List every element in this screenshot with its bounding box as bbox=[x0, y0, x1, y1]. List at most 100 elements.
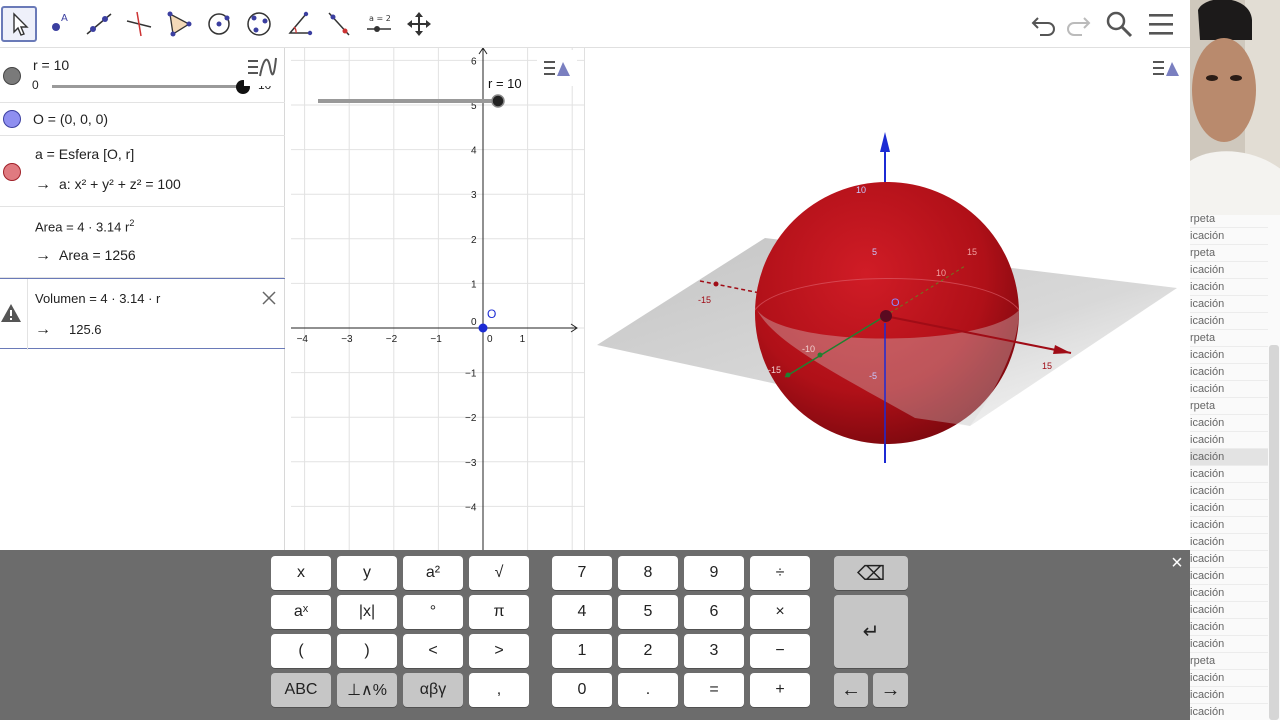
key-operators[interactable]: ⊥∧% bbox=[337, 673, 397, 707]
polygon-tool-icon[interactable] bbox=[161, 6, 197, 42]
reflect-tool-icon[interactable] bbox=[321, 6, 357, 42]
file-list-item[interactable]: icación bbox=[1190, 602, 1268, 619]
key-plus[interactable]: + bbox=[750, 673, 810, 707]
a-definition[interactable]: a = Esfera [O, r] bbox=[35, 146, 134, 162]
graphics-2d-style-button[interactable] bbox=[537, 50, 577, 86]
file-list-item[interactable]: icación bbox=[1190, 262, 1268, 279]
file-list-item[interactable]: icación bbox=[1190, 432, 1268, 449]
graphics-2d-canvas[interactable]: −4 −3 −2 −1 0 1654321−1−2−3−40 r = 10 O bbox=[291, 48, 585, 550]
r-definition[interactable]: r = 10 bbox=[33, 57, 69, 73]
key-3[interactable]: 3 bbox=[684, 634, 744, 668]
slider-tool-icon[interactable]: a = 2 bbox=[361, 6, 397, 42]
key-9[interactable]: 9 bbox=[684, 556, 744, 590]
key-sqrt[interactable]: √ bbox=[469, 556, 529, 590]
right-arrow-key[interactable]: → bbox=[873, 673, 908, 707]
file-list-item[interactable]: icación bbox=[1190, 279, 1268, 296]
key-6[interactable]: 6 bbox=[684, 595, 744, 629]
key-a-power[interactable]: aˣ bbox=[271, 595, 331, 629]
point-tool-icon[interactable]: A bbox=[41, 6, 77, 42]
algebra-row-r[interactable]: r = 10 0 10 bbox=[0, 48, 285, 103]
graphics-view-3d[interactable]: O -15 -10 15 10 15 -15 10 5 -5 bbox=[585, 48, 1190, 550]
key-close-paren[interactable]: ) bbox=[337, 634, 397, 668]
key-8[interactable]: 8 bbox=[618, 556, 678, 590]
visibility-marker-r[interactable] bbox=[3, 67, 21, 85]
close-icon[interactable] bbox=[260, 289, 278, 307]
algebra-row-O[interactable]: O = (0, 0, 0) bbox=[0, 103, 285, 136]
key-0[interactable]: 0 bbox=[552, 673, 612, 707]
key-y[interactable]: y bbox=[337, 556, 397, 590]
visibility-marker-a[interactable] bbox=[3, 163, 21, 181]
file-list-item[interactable]: icación bbox=[1190, 500, 1268, 517]
key-greek[interactable]: αβγ bbox=[403, 673, 463, 707]
file-list-item[interactable]: rpeta bbox=[1190, 245, 1268, 262]
file-list-item[interactable]: icación bbox=[1190, 704, 1268, 720]
algebra-row-a[interactable]: a = Esfera [O, r] → a: x² + y² + z² = 100 bbox=[0, 136, 285, 207]
file-list-item[interactable]: icación bbox=[1190, 364, 1268, 381]
key-pi[interactable]: π bbox=[469, 595, 529, 629]
move-tool-icon[interactable] bbox=[1, 6, 37, 42]
menu-icon[interactable] bbox=[1145, 8, 1177, 40]
circle-tool-icon[interactable] bbox=[201, 6, 237, 42]
file-list-item[interactable]: icación bbox=[1190, 381, 1268, 398]
key-abc[interactable]: ABC bbox=[271, 673, 331, 707]
key-2[interactable]: 2 bbox=[618, 634, 678, 668]
angle-tool-icon[interactable] bbox=[281, 6, 317, 42]
file-list-item[interactable]: icación bbox=[1190, 483, 1268, 500]
point-O-3d[interactable] bbox=[880, 310, 892, 322]
circle-through-points-tool-icon[interactable] bbox=[241, 6, 277, 42]
perpendicular-tool-icon[interactable] bbox=[121, 6, 157, 42]
key-x[interactable]: x bbox=[271, 556, 331, 590]
file-list-scrollbar[interactable] bbox=[1269, 345, 1279, 720]
key-equals[interactable]: = bbox=[684, 673, 744, 707]
graphics-3d-style-button[interactable] bbox=[1146, 50, 1186, 86]
key-multiply[interactable]: × bbox=[750, 595, 810, 629]
move-view-tool-icon[interactable] bbox=[401, 6, 437, 42]
left-arrow-key[interactable]: ← bbox=[834, 673, 868, 707]
file-list-item[interactable]: icación bbox=[1190, 228, 1268, 245]
key-greater-than[interactable]: > bbox=[469, 634, 529, 668]
file-list-item[interactable]: icación bbox=[1190, 466, 1268, 483]
keyboard-close-icon[interactable]: × bbox=[1166, 552, 1188, 574]
file-list-item[interactable]: icación bbox=[1190, 449, 1268, 466]
file-list-item[interactable]: rpeta bbox=[1190, 398, 1268, 415]
algebra-row-area[interactable]: Area = 4 · 3.14 r2 → Area = 1256 bbox=[0, 207, 285, 278]
key-open-paren[interactable]: ( bbox=[271, 634, 331, 668]
file-list-item[interactable]: icación bbox=[1190, 517, 1268, 534]
file-list-item[interactable]: icación bbox=[1190, 687, 1268, 704]
key-5[interactable]: 5 bbox=[618, 595, 678, 629]
r-slider-2d-handle[interactable] bbox=[491, 94, 505, 108]
file-list-item[interactable]: rpeta bbox=[1190, 215, 1268, 228]
key-divide[interactable]: ÷ bbox=[750, 556, 810, 590]
file-list-item[interactable]: icación bbox=[1190, 347, 1268, 364]
file-list-item[interactable]: icación bbox=[1190, 296, 1268, 313]
key-less-than[interactable]: < bbox=[403, 634, 463, 668]
key-a-squared[interactable]: a² bbox=[403, 556, 463, 590]
backspace-key[interactable]: ⌫ bbox=[834, 556, 908, 590]
algebra-row-volumen-editing[interactable]: Volumen = 4 · 3.14 · r → 125.6 bbox=[0, 278, 285, 350]
key-4[interactable]: 4 bbox=[552, 595, 612, 629]
algebra-style-button[interactable] bbox=[244, 52, 282, 86]
undo-icon[interactable] bbox=[1028, 8, 1060, 40]
key-dot[interactable]: . bbox=[618, 673, 678, 707]
file-list-item[interactable]: icación bbox=[1190, 551, 1268, 568]
O-definition[interactable]: O = (0, 0, 0) bbox=[33, 111, 108, 127]
file-list-item[interactable]: icación bbox=[1190, 313, 1268, 330]
volumen-input[interactable]: Volumen = 4 · 3.14 · r bbox=[35, 291, 160, 306]
file-list-item[interactable]: rpeta bbox=[1190, 330, 1268, 347]
file-list-item[interactable]: icación bbox=[1190, 534, 1268, 551]
r-slider-track[interactable] bbox=[52, 85, 244, 88]
file-list-item[interactable]: rpeta bbox=[1190, 653, 1268, 670]
file-list-item[interactable]: icación bbox=[1190, 636, 1268, 653]
key-comma[interactable]: , bbox=[469, 673, 529, 707]
visibility-marker-O[interactable] bbox=[3, 110, 21, 128]
file-list-item[interactable]: icación bbox=[1190, 670, 1268, 687]
key-1[interactable]: 1 bbox=[552, 634, 612, 668]
graphics-view-2d[interactable]: −4 −3 −2 −1 0 1 6 5 4 3 2 1 −1 −2 −3 −4 0 r = 10 O bbox=[291, 48, 585, 550]
key-abs[interactable]: |x| bbox=[337, 595, 397, 629]
search-icon[interactable] bbox=[1103, 8, 1135, 40]
key-minus[interactable]: − bbox=[750, 634, 810, 668]
file-list-item[interactable]: icación bbox=[1190, 619, 1268, 636]
enter-key[interactable]: ↵ bbox=[834, 595, 908, 668]
point-O-2d[interactable] bbox=[478, 323, 488, 333]
line-tool-icon[interactable] bbox=[81, 6, 117, 42]
